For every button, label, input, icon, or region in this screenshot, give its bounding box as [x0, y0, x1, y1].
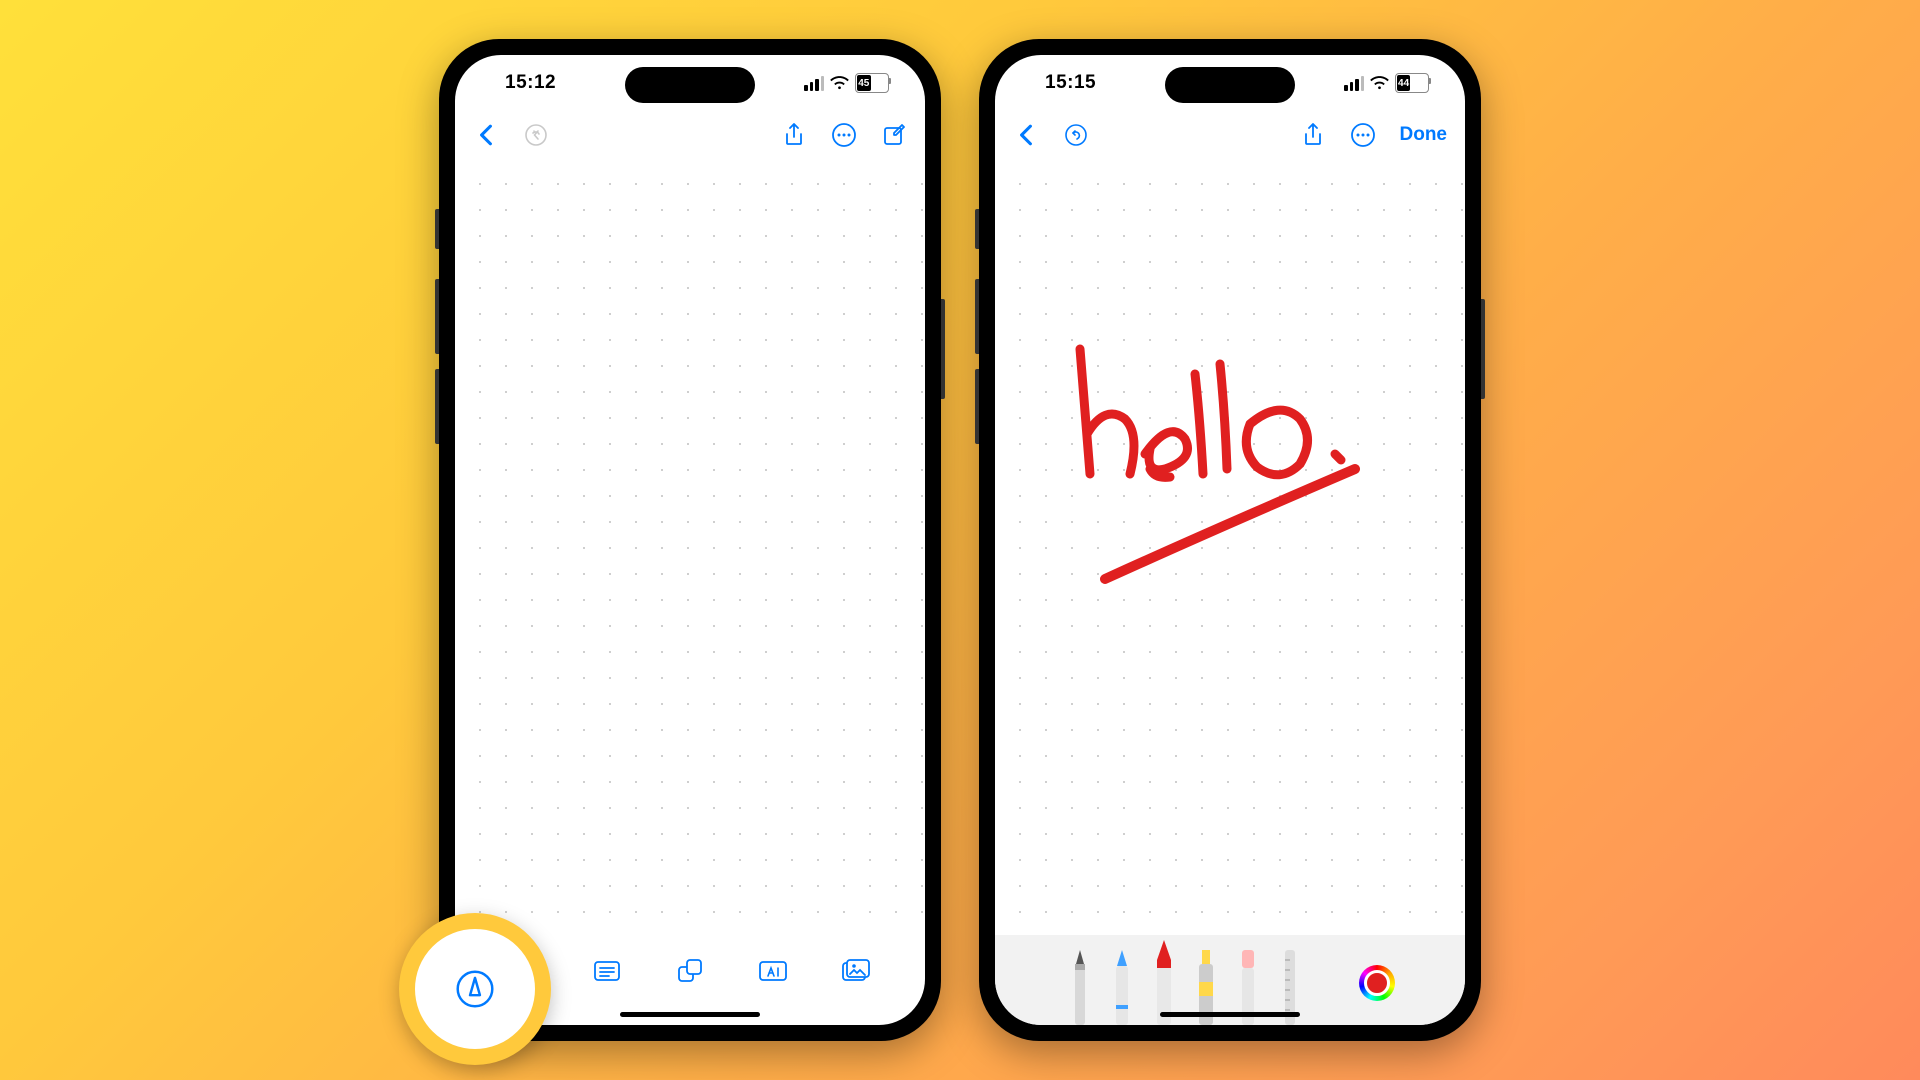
- color-picker-button[interactable]: [1359, 965, 1395, 1001]
- text-box-button[interactable]: [592, 956, 622, 986]
- markup-highlight-callout: [399, 913, 551, 1065]
- status-time: 15:15: [1045, 72, 1096, 94]
- back-button[interactable]: [1013, 122, 1039, 148]
- pen-tool[interactable]: [1065, 950, 1095, 1025]
- battery-icon: 45: [855, 73, 889, 93]
- battery-icon: 44: [1395, 73, 1429, 93]
- nav-bar: Done: [995, 111, 1465, 159]
- phone-left: 15:12 45: [439, 39, 941, 1041]
- undo-button: [523, 122, 549, 148]
- wifi-icon: [830, 76, 849, 90]
- text-format-button[interactable]: [758, 956, 788, 986]
- dynamic-island: [625, 67, 755, 103]
- pencil-tool[interactable]: [1107, 950, 1137, 1025]
- share-button[interactable]: [781, 122, 807, 148]
- done-button[interactable]: Done: [1400, 124, 1448, 146]
- screen-left: 15:12 45: [455, 55, 925, 1025]
- dynamic-island: [1165, 67, 1295, 103]
- more-button[interactable]: [1350, 122, 1376, 148]
- status-time: 15:12: [505, 72, 556, 94]
- cellular-signal-icon: [804, 76, 824, 91]
- markup-tool-icon[interactable]: [454, 968, 496, 1010]
- phone-right: 15:15 44: [979, 39, 1481, 1041]
- back-button[interactable]: [473, 122, 499, 148]
- share-button[interactable]: [1300, 122, 1326, 148]
- screen-right: 15:15 44: [995, 55, 1465, 1025]
- home-indicator[interactable]: [620, 1012, 760, 1017]
- home-indicator[interactable]: [1160, 1012, 1300, 1017]
- wifi-icon: [1370, 76, 1389, 90]
- nav-bar: [455, 111, 925, 159]
- note-canvas[interactable]: [995, 159, 1465, 935]
- compose-button[interactable]: [881, 122, 907, 148]
- note-canvas[interactable]: [455, 159, 925, 931]
- more-button[interactable]: [831, 122, 857, 148]
- shapes-button[interactable]: [675, 956, 705, 986]
- handwritten-hello: [1035, 319, 1415, 599]
- undo-button[interactable]: [1063, 122, 1089, 148]
- media-button[interactable]: [841, 956, 871, 986]
- cellular-signal-icon: [1344, 76, 1364, 91]
